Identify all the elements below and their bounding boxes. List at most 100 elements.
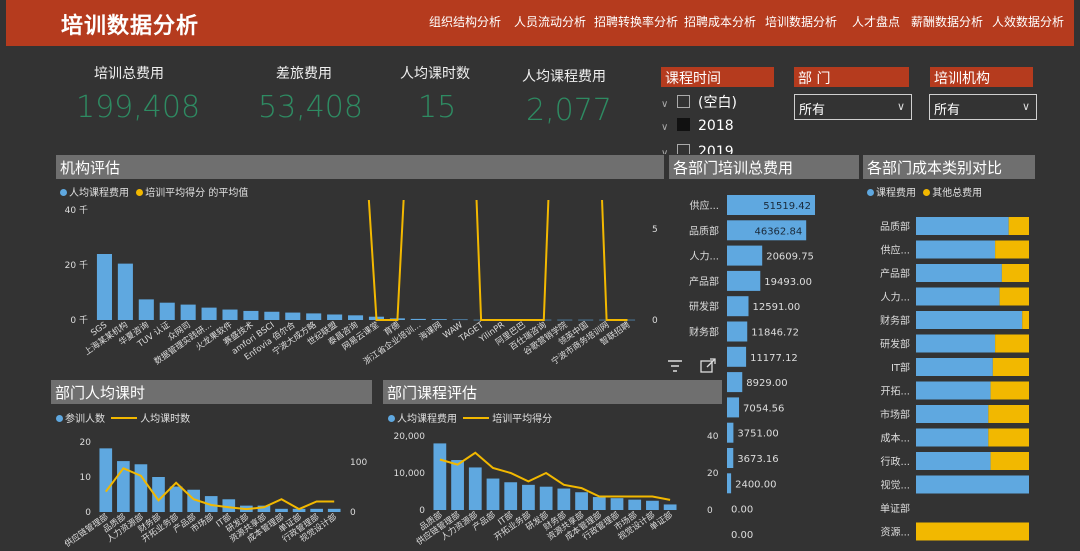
chart-bar	[727, 422, 734, 443]
y-tick-label: 产品部	[880, 267, 910, 280]
nav-recruit-cost[interactable]: 招聘成本分析	[684, 13, 756, 30]
chart-bar	[578, 319, 594, 321]
chart-bar	[592, 497, 606, 510]
chart-bar-segment	[990, 452, 1029, 470]
chart-bar-segment	[995, 334, 1029, 353]
org-dropdown[interactable]: 所有 ∨	[929, 94, 1037, 120]
nav-staff-flow[interactable]: 人员流动分析	[514, 13, 586, 30]
checkbox-checked-icon	[677, 118, 690, 131]
chart-bar	[727, 397, 740, 418]
top-bar: 培训数据分析 组织结构分析 人员流动分析 招聘转换率分析 招聘成本分析 培训数据…	[0, 0, 1080, 46]
chart-bar	[522, 484, 535, 510]
data-label: 51519.42	[763, 201, 811, 212]
nav-training-data[interactable]: 培训数据分析	[765, 13, 837, 30]
chart-bar-segment	[916, 522, 1029, 541]
y-tick-label: 品质部	[880, 220, 910, 233]
chart-bar	[431, 319, 447, 320]
data-label: 8929.00	[746, 378, 787, 389]
legend-dept-cost-type: 课程费用 其他总费用	[867, 184, 982, 199]
y-tick-label: 20,000	[394, 432, 426, 442]
y-tick-label: 10	[80, 473, 92, 483]
chart-bar-segment	[916, 358, 993, 376]
chart-bar-segment	[988, 405, 1029, 423]
chart-bar-segment	[916, 381, 991, 400]
kpi-value-avg-hours: 15	[418, 90, 457, 125]
nav-efficiency-data[interactable]: 人效数据分析	[992, 13, 1064, 30]
data-label: 20609.75	[766, 252, 814, 263]
legend-line-icon	[111, 417, 138, 419]
data-label: 2400.00	[735, 479, 776, 490]
nav-org-structure[interactable]: 组织结构分析	[429, 13, 501, 30]
slicer-item-2019[interactable]: ∨ 2019	[661, 144, 734, 154]
chart-bar	[727, 346, 747, 367]
slicer-course-time-title: 课程时间	[661, 67, 774, 87]
org-eval-chart: 0 千20 千40 千05SGS上海某某机构华夏咨询TUV 认证众网司数据管理实…	[65, 200, 658, 367]
y-tick-label: 人力...	[689, 250, 719, 263]
slicer-item-blank[interactable]: ∨ (空白)	[661, 92, 737, 112]
y2-tick-label: 0	[707, 506, 713, 516]
chart-bar-segment	[916, 405, 989, 423]
legend-dot-icon	[56, 415, 63, 422]
panel-org-eval-title: 机构评估	[56, 155, 664, 179]
chart-bar	[180, 304, 196, 320]
data-label: 3673.16	[737, 454, 778, 465]
data-label: 7054.56	[743, 403, 784, 414]
y2-tick-label: 5	[652, 225, 658, 235]
chart-bar	[727, 296, 749, 317]
chart-bar	[327, 314, 343, 320]
chart-bar	[222, 309, 238, 320]
legend-line-icon	[463, 417, 490, 419]
y-tick-label: 0 千	[70, 315, 88, 326]
data-label: 19493.00	[764, 277, 812, 288]
y-tick-label: 财务部	[689, 326, 719, 339]
department-dropdown[interactable]: 所有 ∨	[794, 94, 912, 120]
checkbox-icon	[677, 144, 690, 154]
chart-bar-segment	[988, 428, 1029, 447]
chevron-down-icon: ∨	[896, 100, 905, 113]
chart-bar-segment	[916, 264, 1002, 282]
nav-salary-data[interactable]: 薪酬数据分析	[911, 13, 983, 30]
chart-bar-segment	[916, 240, 996, 259]
chart-line-series	[367, 200, 628, 321]
kpi-label-avg-course-cost: 人均课程费用	[522, 69, 606, 85]
data-label: 11177.12	[750, 353, 798, 364]
chart-bar	[727, 245, 763, 266]
dept-cost-type-chart: 品质部供应... 产品部人力... 财务部研发部 IT部开拓... 市场部成本... 行政…	[880, 217, 1029, 541]
org-dropdown-value: 所有	[934, 103, 961, 118]
data-label: 12591.00	[753, 302, 801, 313]
chart-bar	[117, 263, 133, 320]
chart-bar	[727, 372, 743, 393]
chart-bar	[96, 254, 112, 320]
panel-dept-total-title: 各部门培训总费用	[669, 155, 859, 179]
chart-bar	[727, 270, 761, 291]
app-title: 培训数据分析	[61, 14, 200, 39]
y2-tick-label: 40	[707, 432, 719, 442]
data-label: 0.00	[731, 505, 753, 516]
panel-dept-hours-title: 部门人均课时	[51, 380, 372, 404]
chart-bar	[575, 492, 588, 510]
chart-bar-segment	[999, 287, 1029, 306]
slicer-course-time-list: ∨ (空白) ∨ 2018 ∨ 2019	[661, 90, 774, 154]
y2-tick-label: 0	[652, 316, 658, 326]
chart-bar	[264, 311, 280, 320]
nav-recruit-conversion[interactable]: 招聘转换率分析	[594, 13, 678, 30]
checkbox-icon	[677, 95, 690, 108]
chevron-down-icon: ∨	[661, 99, 669, 110]
chart-bar	[663, 504, 677, 510]
department-dropdown-value: 所有	[799, 103, 826, 118]
nav-talent-review[interactable]: 人才盘点	[852, 13, 900, 30]
chart-bar-segment	[916, 334, 996, 353]
y-tick-label: 单证部	[880, 502, 910, 515]
chart-bar	[99, 448, 113, 512]
chart-bar	[504, 482, 518, 510]
legend-dot-icon	[136, 189, 144, 196]
kpi-value-avg-course-cost: 2,077	[526, 93, 612, 128]
chart-bar	[306, 313, 322, 320]
chart-bar-segment	[1001, 264, 1029, 282]
chart-bar	[646, 500, 659, 510]
kpi-label-total-cost: 培训总费用	[94, 66, 164, 82]
slicer-org-title: 培训机构	[930, 67, 1033, 87]
y-tick-label: 视觉...	[880, 479, 910, 492]
slicer-item-2018[interactable]: ∨ 2018	[661, 118, 734, 134]
chevron-down-icon: ∨	[661, 122, 669, 133]
